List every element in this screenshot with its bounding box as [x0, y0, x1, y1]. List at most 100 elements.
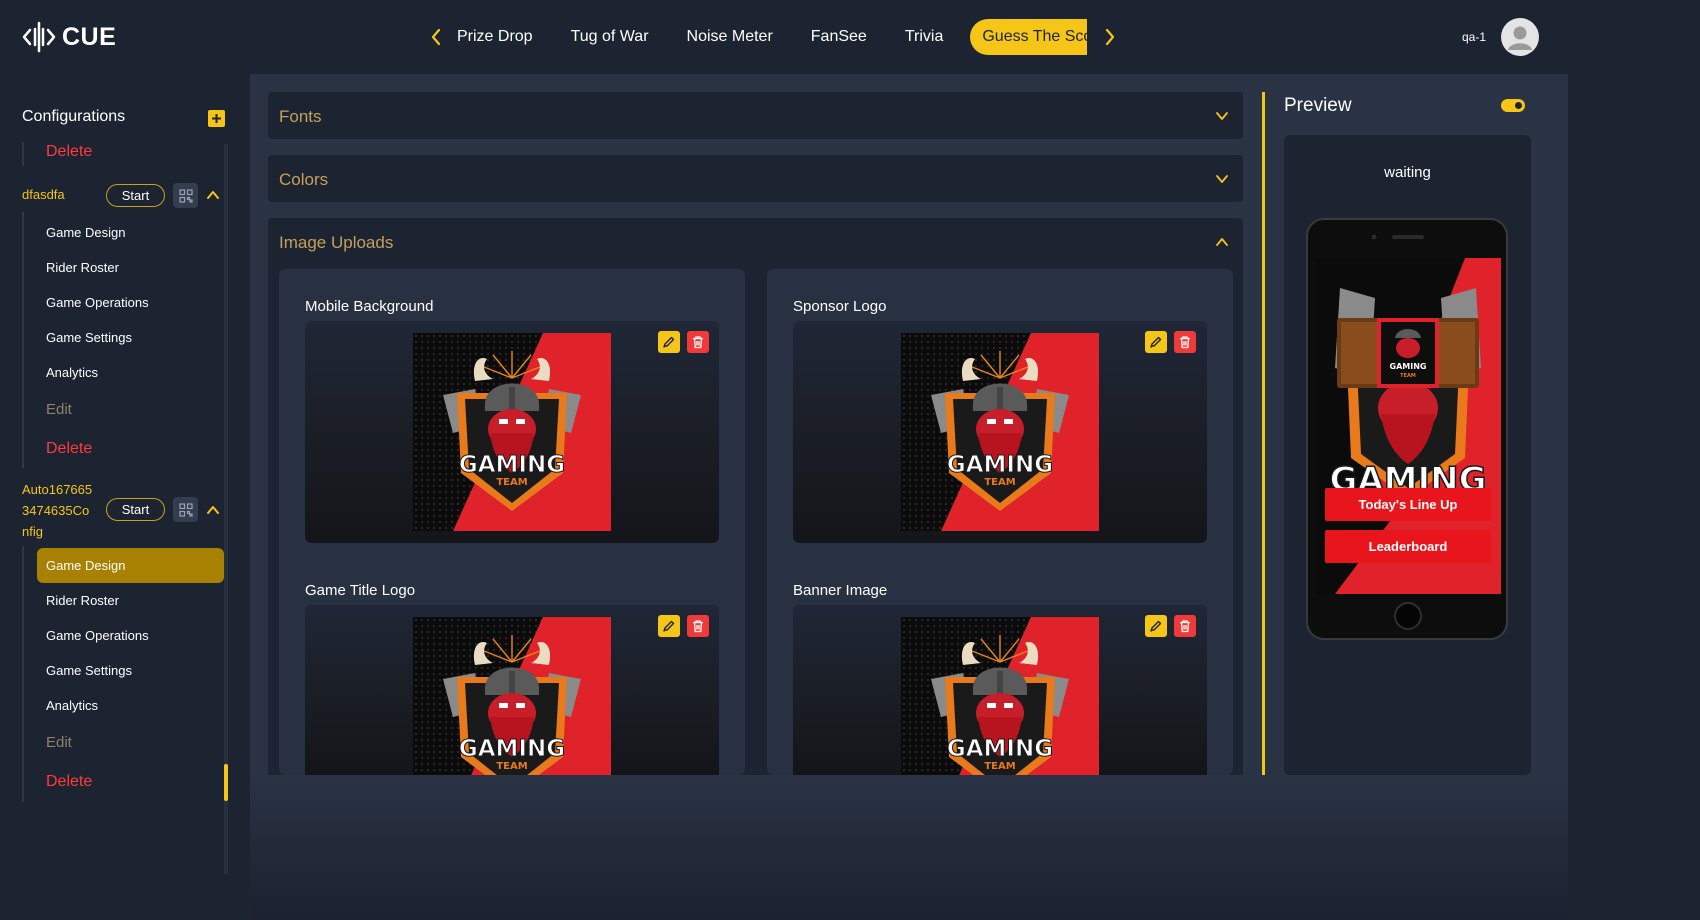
phone-home-button	[1394, 602, 1422, 630]
gaming-logo-image	[901, 333, 1099, 531]
todays-line-up-button[interactable]: Today's Line Up	[1325, 488, 1491, 521]
plus-icon	[212, 114, 221, 123]
image-preview	[305, 605, 719, 775]
gaming-logo-image	[413, 333, 611, 531]
colors-accordion[interactable]: Colors	[268, 155, 1243, 202]
main-bottom-fade	[250, 775, 1568, 920]
sidebar-item-game-operations[interactable]: Game Operations	[46, 295, 149, 310]
tab-prize-drop[interactable]: Prize Drop	[455, 19, 552, 55]
upload-card: Mobile Background Game Title Logo	[279, 269, 745, 775]
trash-icon	[693, 336, 703, 349]
chevron-up-icon	[207, 506, 219, 514]
delete-config-link[interactable]: Delete	[46, 440, 92, 458]
config-name-line: Auto167665	[22, 482, 93, 497]
fonts-accordion[interactable]: Fonts	[268, 92, 1243, 139]
configurations-title: Configurations	[22, 108, 126, 125]
chevron-left-icon	[431, 28, 441, 46]
app-logo[interactable]: CUE	[22, 20, 116, 54]
avatar[interactable]	[1501, 18, 1539, 56]
sidebar-scrollbar-thumb[interactable]	[224, 764, 228, 801]
qr-code-icon	[178, 188, 193, 203]
delete-image-button[interactable]	[687, 331, 709, 353]
leaderboard-button[interactable]: Leaderboard	[1325, 530, 1491, 563]
game-tabs: Prize Drop Tug of War Noise Meter FanSee…	[455, 19, 1087, 55]
preview-status: waiting	[1384, 164, 1431, 181]
sidebar-item-game-settings[interactable]: Game Settings	[46, 330, 132, 345]
preview-toggle[interactable]	[1501, 99, 1525, 112]
pencil-icon	[1150, 620, 1162, 632]
start-button[interactable]: Start	[106, 498, 165, 521]
config-name[interactable]: dfasdfa	[22, 184, 65, 205]
collapse-group-button[interactable]	[206, 188, 220, 202]
qr-code-icon	[178, 502, 193, 517]
phone-sponsor-text: GAMING	[1390, 362, 1427, 371]
image-preview	[793, 321, 1207, 543]
add-configuration-button[interactable]	[208, 110, 225, 127]
edit-image-button[interactable]	[658, 331, 680, 353]
delete-config-link[interactable]: Delete	[46, 773, 92, 791]
edit-config-link[interactable]: Edit	[46, 734, 72, 751]
trash-icon	[693, 620, 703, 633]
top-bar: CUE Prize Drop Tug of War Noise Meter Fa…	[0, 0, 1568, 74]
soundwave-icon	[22, 21, 56, 53]
tree-line	[22, 212, 24, 468]
edit-image-button[interactable]	[1145, 615, 1167, 637]
tree-line	[22, 546, 24, 802]
fonts-accordion-title: Fonts	[279, 107, 322, 126]
delete-config-link[interactable]: Delete	[46, 143, 92, 161]
config-name-line: nfig	[22, 524, 43, 539]
gaming-logo-image	[413, 617, 611, 775]
preview-divider	[1262, 92, 1265, 775]
user-name: qa-1	[1462, 30, 1487, 44]
phone-sponsor-sub: TEAM	[1400, 373, 1416, 379]
sidebar-item-analytics[interactable]: Analytics	[46, 698, 98, 713]
sidebar-item-game-operations[interactable]: Game Operations	[46, 628, 149, 643]
tab-fansee[interactable]: FanSee	[792, 19, 886, 55]
tree-line	[22, 142, 24, 166]
user-avatar-icon	[1508, 26, 1532, 50]
chevron-down-icon	[1216, 112, 1228, 120]
phone-speaker-icon	[1371, 234, 1424, 240]
tab-tug-of-war[interactable]: Tug of War	[552, 19, 668, 55]
delete-image-button[interactable]	[1174, 331, 1196, 353]
card-label: Sponsor Logo	[793, 298, 887, 315]
start-button[interactable]: Start	[106, 184, 165, 207]
gaming-logo-image	[901, 617, 1099, 775]
qr-code-button[interactable]	[173, 497, 198, 522]
preview-title: Preview	[1284, 95, 1352, 116]
colors-accordion-title: Colors	[279, 170, 329, 189]
card-label: Mobile Background	[305, 298, 434, 315]
phone-mockup: GAMING TEAM GAMING Today's Line Up Leade…	[1306, 218, 1508, 640]
tab-guess-the-score[interactable]: Guess The Score	[970, 19, 1087, 55]
card-label: Game Title Logo	[305, 582, 416, 599]
nav-prev-button[interactable]	[427, 26, 445, 48]
edit-config-link[interactable]: Edit	[46, 401, 72, 418]
chevron-right-icon	[1105, 28, 1115, 46]
nav-next-button[interactable]	[1101, 26, 1119, 48]
sidebar-item-rider-roster[interactable]: Rider Roster	[46, 593, 119, 608]
config-name[interactable]: Auto167665 3474635Co nfig	[22, 479, 92, 542]
edit-image-button[interactable]	[1145, 331, 1167, 353]
sidebar-item-game-settings[interactable]: Game Settings	[46, 663, 132, 678]
upload-card: Sponsor Logo Banner Image	[767, 269, 1233, 775]
logo-text: CUE	[62, 22, 117, 51]
edit-image-button[interactable]	[658, 615, 680, 637]
chevron-up-icon[interactable]	[1215, 235, 1229, 249]
sidebar-item-game-design-active[interactable]: Game Design	[37, 548, 224, 583]
card-label: Banner Image	[793, 582, 888, 599]
pencil-icon	[1150, 336, 1162, 348]
delete-image-button[interactable]	[1174, 615, 1196, 637]
qr-code-button[interactable]	[173, 183, 198, 208]
sidebar-item-analytics[interactable]: Analytics	[46, 365, 98, 380]
sidebar-item-rider-roster[interactable]: Rider Roster	[46, 260, 119, 275]
delete-image-button[interactable]	[687, 615, 709, 637]
sidebar-item-game-design[interactable]: Game Design	[46, 225, 125, 240]
collapse-group-button[interactable]	[206, 503, 220, 517]
tab-noise-meter[interactable]: Noise Meter	[668, 19, 792, 55]
trash-icon	[1180, 620, 1190, 633]
chevron-down-icon	[1216, 175, 1228, 183]
image-uploads-accordion-title[interactable]: Image Uploads	[279, 233, 393, 253]
image-preview	[305, 321, 719, 543]
tab-trivia[interactable]: Trivia	[886, 19, 963, 55]
pencil-icon	[663, 336, 675, 348]
